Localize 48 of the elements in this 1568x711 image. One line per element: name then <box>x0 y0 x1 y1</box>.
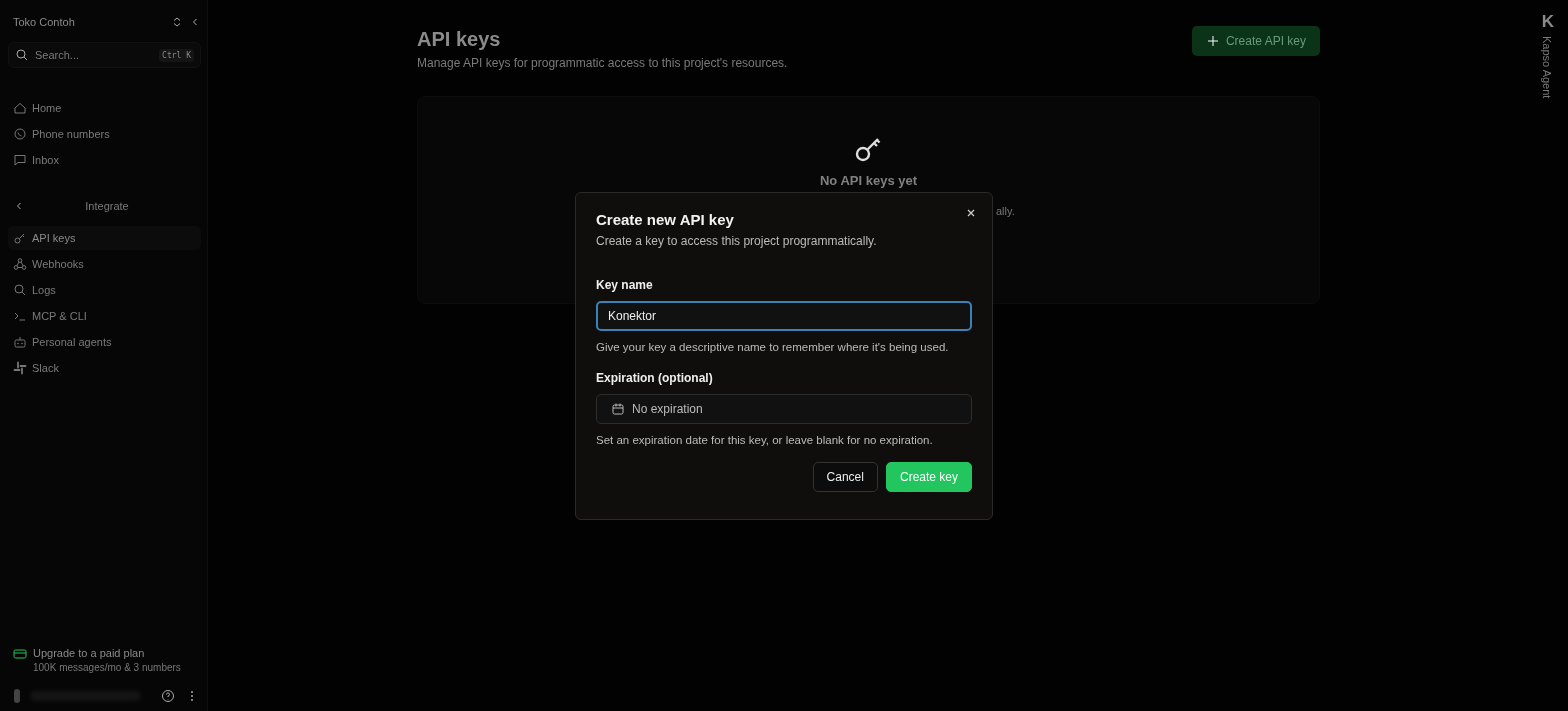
home-icon <box>13 101 27 115</box>
sidebar-item[interactable]: Home <box>8 96 201 120</box>
sidebar-item[interactable]: MCP & CLI <box>8 304 201 328</box>
upgrade-banner[interactable]: Upgrade to a paid plan 100K messages/mo & 3 numbers <box>8 641 201 679</box>
empty-state-description: ally. <box>996 205 1015 217</box>
keyboard-shortcut: Ctrl K <box>159 48 194 62</box>
dialog-title: Create new API key <box>596 211 735 228</box>
sidebar-item[interactable]: Inbox <box>8 148 201 172</box>
card-icon <box>13 647 27 661</box>
close-icon[interactable] <box>965 207 977 219</box>
create-api-key-button[interactable]: Create API key <box>1191 26 1320 56</box>
robot-icon <box>13 335 27 349</box>
upgrade-title: Upgrade to a paid plan <box>33 647 146 659</box>
search-placeholder: Search... <box>35 49 80 61</box>
search-field[interactable]: Search... Ctrl K <box>8 42 201 68</box>
chevron-up-down-icon[interactable] <box>171 16 183 28</box>
help-icon[interactable] <box>161 689 175 703</box>
agent-panel-label[interactable]: Kapso Agent <box>1541 36 1553 99</box>
sidebar-item[interactable]: Personal agents <box>8 330 201 354</box>
sidebar-item[interactable]: Webhooks <box>8 252 201 276</box>
phone-icon <box>13 127 27 141</box>
chat-bubble-icon <box>13 153 27 167</box>
field-hint: Give your key a descriptive name to remember where it's being used. <box>596 341 950 353</box>
page-title: API keys <box>417 28 502 51</box>
calendar-icon <box>611 402 625 416</box>
empty-state-title: No API keys yet <box>819 173 918 188</box>
key-icon <box>13 231 27 245</box>
upgrade-subtitle: 100K messages/mo & 3 numbers <box>33 662 181 673</box>
field-label: Key name <box>596 278 654 292</box>
hash-icon <box>13 361 27 375</box>
page-subtitle: Manage API keys for programmatic access to this project's resources. <box>417 56 788 70</box>
cancel-button[interactable]: Cancel <box>812 462 878 492</box>
sidebar-item[interactable]: Logs <box>8 278 201 302</box>
plus-icon <box>1205 34 1220 48</box>
dialog-description: Create a key to access this project programmatically. <box>596 234 878 248</box>
section-title: Integrate <box>85 200 130 212</box>
sidebar-item[interactable]: Phone numbers <box>8 122 201 146</box>
logo[interactable]: K <box>1541 12 1554 32</box>
sidebar-item[interactable]: API keys <box>8 226 201 250</box>
search-icon <box>15 48 29 62</box>
sidebar-item[interactable]: Slack <box>8 356 201 380</box>
date-picker-field[interactable]: No expiration <box>596 394 972 424</box>
webhook-icon <box>13 257 27 271</box>
field-hint: Set an expiration date for this key, or leave blank for no expiration. <box>596 434 934 446</box>
workspace-name[interactable]: Toko Contoh <box>13 16 75 28</box>
field-label: Expiration (optional) <box>596 371 714 385</box>
key-name-field[interactable]: Konektor <box>596 301 972 331</box>
search-icon <box>13 283 27 297</box>
